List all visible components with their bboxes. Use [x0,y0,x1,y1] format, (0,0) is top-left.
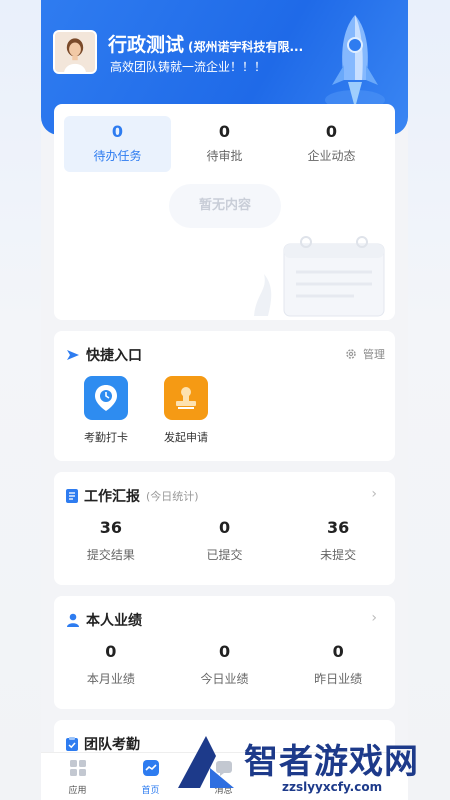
performance-card[interactable]: 本人业绩 › 0 本月业绩 0 今日业绩 0 昨日业绩 [54,596,395,709]
work-report-header: 工作汇报 (今日统计) [66,486,199,506]
stat-label: 本月业绩 [86,672,135,686]
phone-screen: 行政测试 (郑州诺宇科技有限... 高效团队铸就一流企业！！！ 0 待办任务 0 … [41,0,408,800]
watermark-url: zzslyyxcfy.com [280,780,385,794]
flag-icon [67,350,79,360]
report-icon [66,489,78,503]
work-report-subtitle: (今日统计) [146,490,199,503]
quick-entry-card: 快捷入口 管理 考勤打卡 发起申请 [54,331,395,461]
pending-approval-label: 待审批 [206,149,243,163]
gear-icon [346,349,356,359]
stat-submitted[interactable]: 0 已提交 [168,518,282,563]
task-tabs: 0 待办任务 0 待审批 0 企业动态 [54,104,395,172]
work-report-title: 工作汇报 [84,489,140,505]
shortcut-apply-label: 发起申请 [164,431,208,444]
stat-submit-result[interactable]: 36 提交结果 [54,518,168,563]
stat-value: 0 [105,642,117,661]
shortcut-attendance[interactable]: 考勤打卡 [76,376,136,445]
team-attendance-title: 团队考勤 [84,737,140,753]
stamp-icon [164,376,208,420]
clipboard-check-icon [66,737,78,751]
manage-button[interactable]: 管理 [345,346,385,362]
org-name: 行政测试 [108,34,185,56]
stat-month-performance[interactable]: 0 本月业绩 [54,642,168,687]
shortcut-apply[interactable]: 发起申请 [156,376,216,445]
clock-icon [84,376,128,420]
tab-apps[interactable]: 应用 [41,753,114,800]
empty-calendar-illustration [254,236,385,317]
stat-label: 提交结果 [86,548,135,562]
person-icon [67,613,79,627]
company-news-label: 企业动态 [307,149,356,163]
pending-approval-count: 0 [218,122,231,141]
rocket-illustration [325,15,385,110]
work-report-stats: 36 提交结果 0 已提交 36 未提交 [54,518,395,563]
performance-title: 本人业绩 [86,613,142,629]
stat-label: 今日业绩 [200,672,249,686]
shortcut-attendance-label: 考勤打卡 [84,431,128,444]
stat-label: 已提交 [206,548,243,562]
home-icon [142,760,159,776]
performance-header: 本人业绩 [66,610,142,630]
tab-apps-label: 应用 [68,786,87,796]
stat-value: 0 [218,518,231,537]
stat-yesterday-performance[interactable]: 0 昨日业绩 [281,642,395,687]
stat-today-performance[interactable]: 0 今日业绩 [168,642,282,687]
team-attendance-header: 团队考勤 [66,734,140,754]
chevron-right-icon[interactable]: › [371,610,377,626]
quick-entry-header: 快捷入口 [66,345,142,365]
org-slogan: 高效团队铸就一流企业！！！ [110,60,267,74]
apps-grid-icon [69,760,86,776]
stat-label: 未提交 [320,548,357,562]
user-avatar-icon [55,32,95,72]
org-title: 行政测试 (郑州诺宇科技有限... [108,30,303,57]
site-watermark: 智者游戏网 zzslyyxcfy.com [170,728,450,800]
pending-tasks-label: 待办任务 [93,149,142,163]
empty-state-text: 暂无内容 [169,184,281,228]
stat-value: 0 [218,642,231,661]
work-report-card[interactable]: 工作汇报 (今日统计) › 36 提交结果 0 已提交 36 未提交 [54,472,395,585]
stat-value: 36 [327,518,350,537]
stat-value: 36 [99,518,122,537]
watermark-logo [178,736,234,788]
company-name: (郑州诺宇科技有限... [188,40,304,54]
task-summary-card: 0 待办任务 0 待审批 0 企业动态 暂无内容 [54,104,395,320]
avatar[interactable] [53,30,97,74]
tab-company-news[interactable]: 0 企业动态 [278,116,385,172]
stat-not-submitted[interactable]: 36 未提交 [281,518,395,563]
company-news-count: 0 [325,122,338,141]
manage-label: 管理 [363,348,385,361]
tab-pending-approval[interactable]: 0 待审批 [171,116,278,172]
watermark-text: 智者游戏网 [244,742,419,782]
stat-label: 昨日业绩 [314,672,363,686]
tab-pending-tasks[interactable]: 0 待办任务 [64,116,171,172]
pending-tasks-count: 0 [111,122,124,141]
stat-value: 0 [332,642,344,661]
quick-entry-title: 快捷入口 [86,348,142,364]
performance-stats: 0 本月业绩 0 今日业绩 0 昨日业绩 [54,642,395,687]
chevron-right-icon[interactable]: › [371,486,377,502]
